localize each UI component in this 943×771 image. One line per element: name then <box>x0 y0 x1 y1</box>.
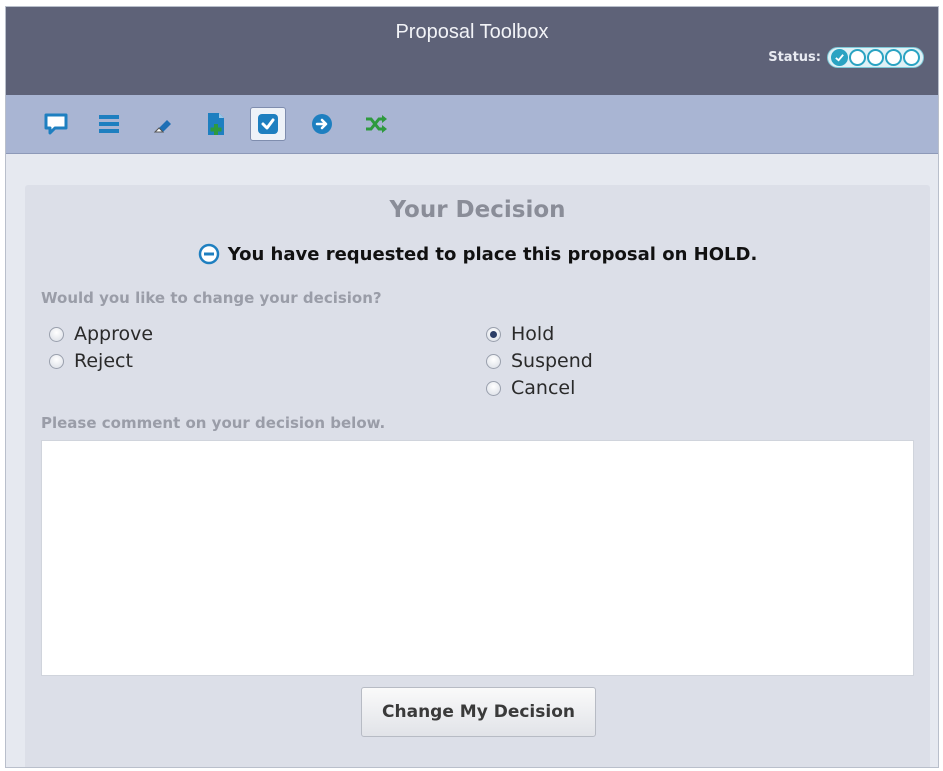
radio-hold[interactable]: Hold <box>486 323 554 345</box>
checkmark-icon <box>258 114 278 134</box>
list-button[interactable] <box>91 107 127 141</box>
forward-button[interactable] <box>304 107 340 141</box>
window-title: Proposal Toolbox <box>395 21 549 43</box>
status-step-1-check-icon <box>831 49 848 66</box>
title-bar: Proposal Toolbox Status: <box>6 7 938 95</box>
eraser-icon <box>153 120 171 133</box>
radio-approve-control[interactable] <box>49 326 64 342</box>
toolbar <box>6 95 938 154</box>
radio-cancel-control[interactable] <box>486 380 501 396</box>
comments-button[interactable] <box>38 107 74 141</box>
change-decision-button[interactable]: Change My Decision <box>361 687 596 737</box>
edit-button[interactable] <box>144 107 180 141</box>
add-document-icon <box>208 113 224 135</box>
radio-hold-control[interactable] <box>486 326 501 342</box>
decision-button[interactable] <box>250 107 286 141</box>
comment-prompt: Please comment on your decision below. <box>41 414 386 432</box>
hold-notice: You have requested to place this proposa… <box>25 243 930 265</box>
change-decision-prompt: Would you like to change your decision? <box>41 289 382 307</box>
radio-cancel[interactable]: Cancel <box>486 377 575 399</box>
speech-bubble-icon <box>44 113 68 135</box>
radio-suspend-control[interactable] <box>486 353 501 369</box>
radio-hold-label[interactable]: Hold <box>511 323 554 345</box>
status-step-2-circle-icon <box>849 49 866 66</box>
minus-circle-icon <box>198 243 219 265</box>
comment-textarea[interactable] <box>41 440 914 676</box>
status-step-4-circle-icon <box>885 49 902 66</box>
list-icon <box>99 115 119 133</box>
add-document-button[interactable] <box>198 107 234 141</box>
panel-heading: Your Decision <box>389 197 566 223</box>
radio-reject-label[interactable]: Reject <box>74 350 133 372</box>
radio-reject-control[interactable] <box>49 353 64 369</box>
radio-cancel-label[interactable]: Cancel <box>511 377 575 399</box>
radio-suspend[interactable]: Suspend <box>486 350 593 372</box>
status-step-5-circle-icon <box>903 49 920 66</box>
shuffle-icon <box>366 115 387 133</box>
radio-approve-label[interactable]: Approve <box>74 323 153 345</box>
radio-approve[interactable]: Approve <box>49 323 153 345</box>
status-label: Status: <box>768 50 821 65</box>
proposal-toolbox-window: Proposal Toolbox Status: Your Decision Y… <box>5 6 939 768</box>
decision-panel: Your Decision You have requested to plac… <box>25 185 930 767</box>
shuffle-button[interactable] <box>358 107 394 141</box>
status-step-3-circle-icon <box>867 49 884 66</box>
status-indicator: Status: <box>768 47 924 68</box>
radio-suspend-label[interactable]: Suspend <box>511 350 593 372</box>
hold-notice-text: You have requested to place this proposa… <box>227 243 758 265</box>
radio-reject[interactable]: Reject <box>49 350 133 372</box>
status-progress-track <box>827 47 924 68</box>
arrow-circle-icon <box>312 114 332 134</box>
